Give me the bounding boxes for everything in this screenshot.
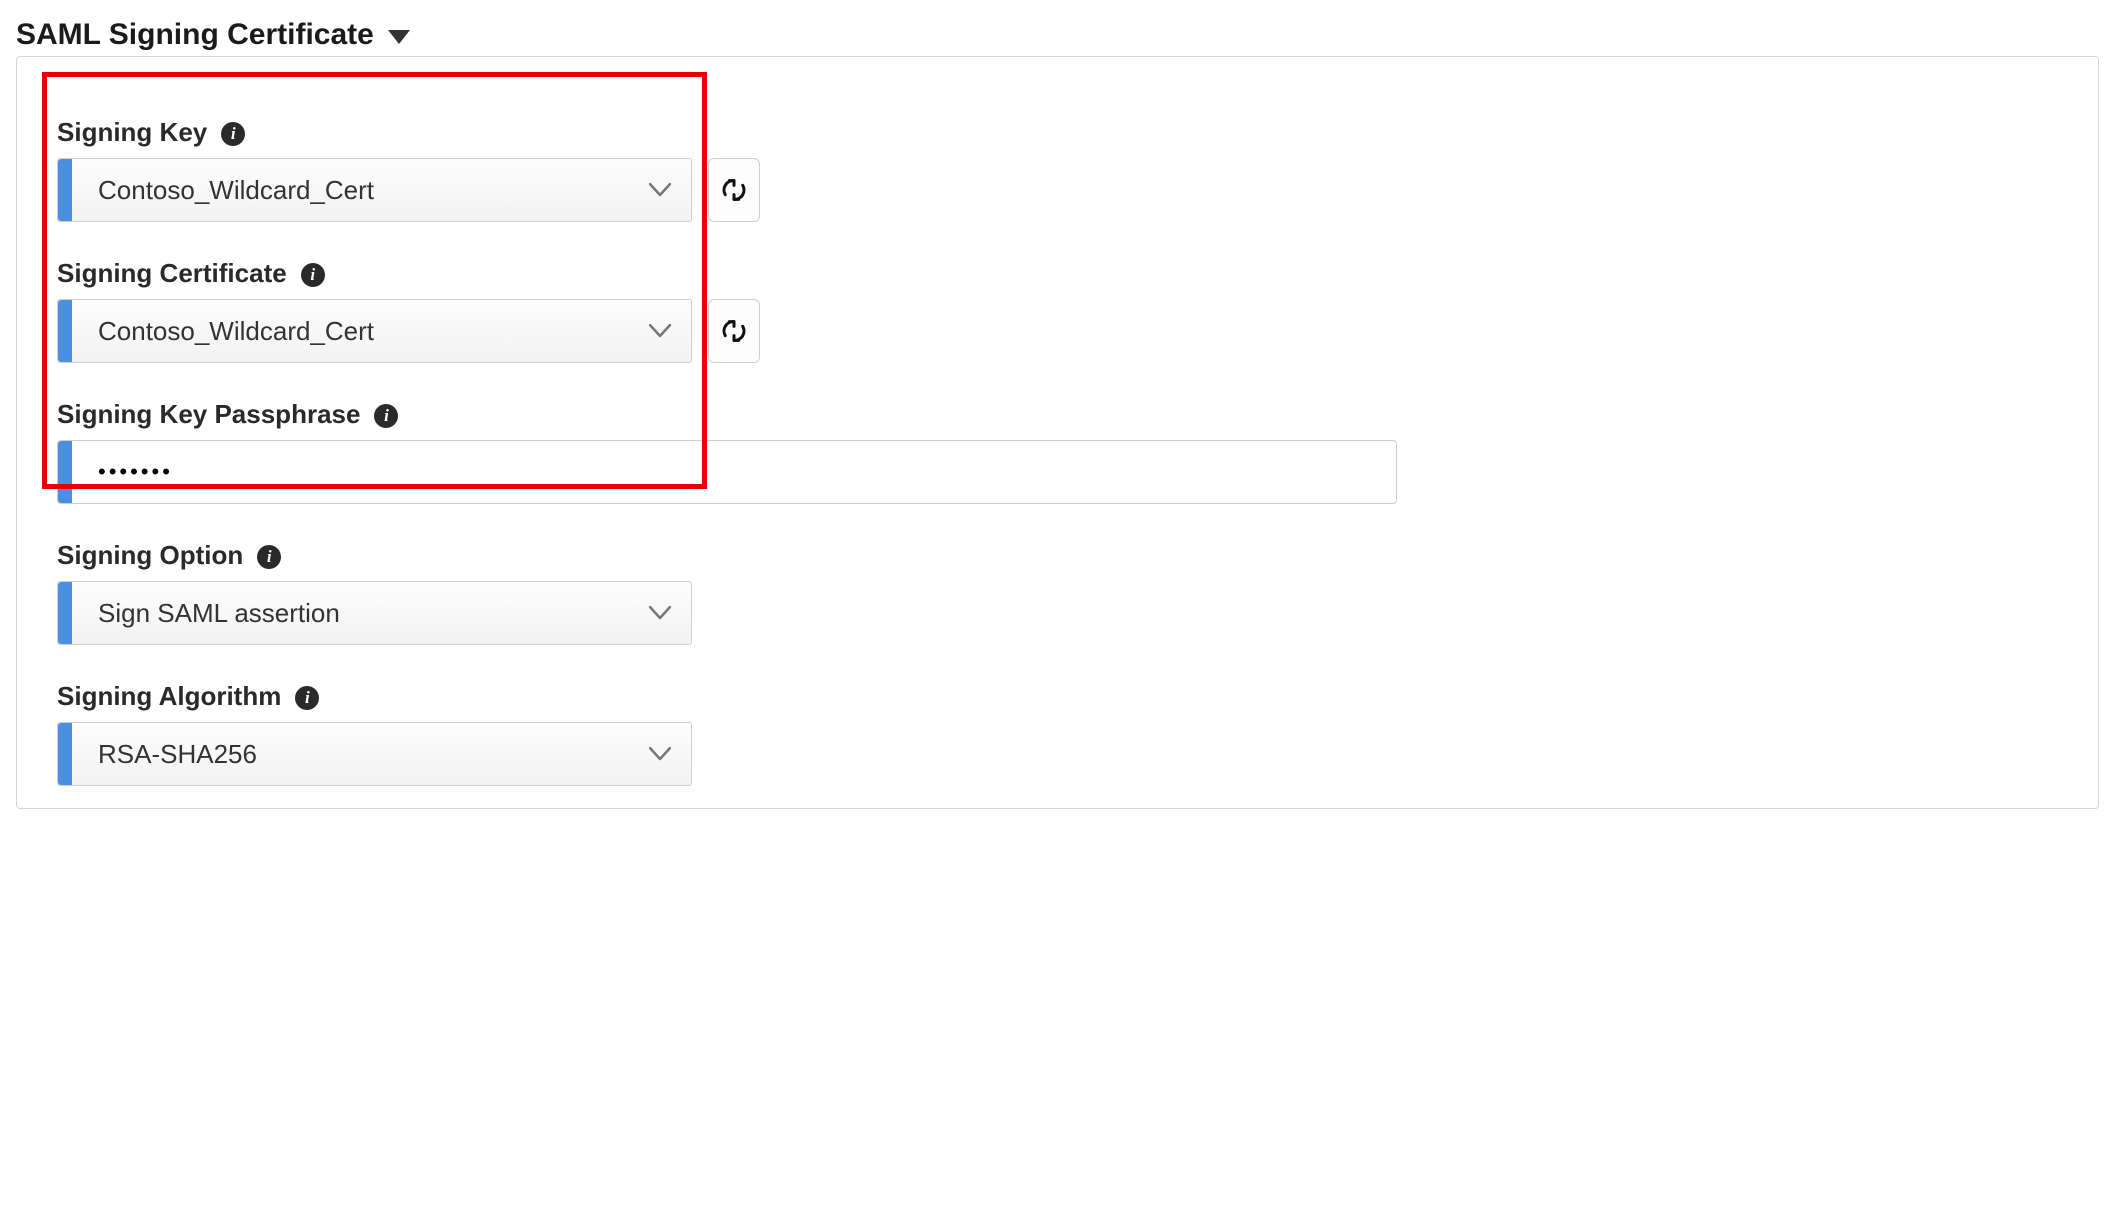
signing-certificate-select[interactable]: Contoso_Wildcard_Cert	[57, 299, 692, 363]
field-signing-certificate: Signing Certificate Contoso_Wildcard_Cer…	[57, 258, 2058, 363]
info-icon[interactable]	[301, 263, 325, 287]
saml-signing-panel: Signing Key Contoso_Wildcard_Cert	[16, 56, 2099, 809]
required-strip	[58, 300, 72, 362]
signing-option-value: Sign SAML assertion	[98, 598, 340, 629]
field-signing-key-passphrase: Signing Key Passphrase •••••••	[57, 399, 2058, 504]
caret-down-icon	[388, 30, 410, 44]
signing-key-value: Contoso_Wildcard_Cert	[98, 175, 374, 206]
field-signing-option: Signing Option Sign SAML assertion	[57, 540, 2058, 645]
field-signing-key: Signing Key Contoso_Wildcard_Cert	[57, 117, 2058, 222]
chevron-down-icon	[649, 606, 671, 620]
chevron-down-icon	[649, 324, 671, 338]
passphrase-masked: •••••••	[98, 459, 173, 485]
signing-algorithm-label: Signing Algorithm	[57, 681, 281, 712]
info-icon[interactable]	[374, 404, 398, 428]
required-strip	[58, 441, 72, 503]
signing-option-select[interactable]: Sign SAML assertion	[57, 581, 692, 645]
info-icon[interactable]	[221, 122, 245, 146]
chevron-down-icon	[649, 183, 671, 197]
signing-key-label: Signing Key	[57, 117, 207, 148]
signing-key-passphrase-input[interactable]: •••••••	[57, 440, 1397, 504]
signing-key-select[interactable]: Contoso_Wildcard_Cert	[57, 158, 692, 222]
required-strip	[58, 159, 72, 221]
required-strip	[58, 582, 72, 644]
chevron-down-icon	[649, 747, 671, 761]
signing-certificate-value: Contoso_Wildcard_Cert	[98, 316, 374, 347]
signing-option-label: Signing Option	[57, 540, 243, 571]
signing-algorithm-select[interactable]: RSA-SHA256	[57, 722, 692, 786]
signing-algorithm-value: RSA-SHA256	[98, 739, 257, 770]
refresh-button[interactable]	[708, 158, 760, 222]
info-icon[interactable]	[257, 545, 281, 569]
section-header[interactable]: SAML Signing Certificate	[16, 18, 2099, 52]
signing-key-passphrase-label: Signing Key Passphrase	[57, 399, 360, 430]
required-strip	[58, 723, 72, 785]
refresh-button[interactable]	[708, 299, 760, 363]
info-icon[interactable]	[295, 686, 319, 710]
signing-certificate-label: Signing Certificate	[57, 258, 287, 289]
section-title: SAML Signing Certificate	[16, 18, 374, 52]
field-signing-algorithm: Signing Algorithm RSA-SHA256	[57, 681, 2058, 786]
